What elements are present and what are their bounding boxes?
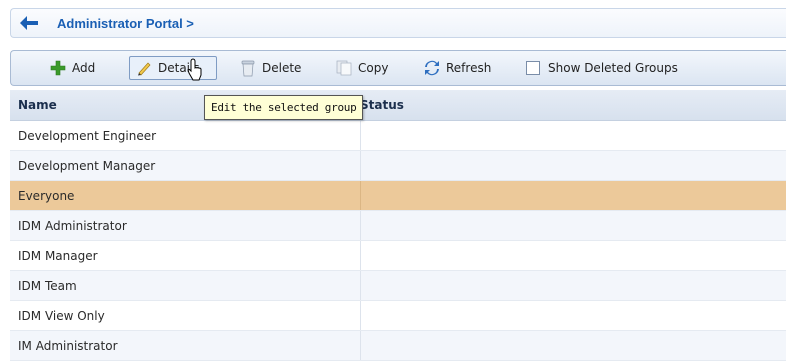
table-row[interactable]: IM Administrator	[10, 331, 786, 361]
pencil-icon	[138, 62, 151, 76]
trash-icon	[241, 60, 255, 77]
table-row-selected[interactable]: Everyone	[10, 181, 786, 211]
table-row[interactable]: Development Engineer	[10, 121, 786, 151]
show-deleted-groups-toggle[interactable]: Show Deleted Groups	[519, 56, 685, 80]
group-name-cell: Development Engineer	[10, 121, 361, 150]
group-name-cell: IDM View Only	[10, 301, 361, 330]
group-status-cell	[361, 151, 786, 180]
refresh-button-label: Refresh	[446, 61, 492, 75]
column-header-status[interactable]: Status	[360, 98, 786, 112]
group-name-cell: IDM Manager	[10, 241, 361, 270]
table-row[interactable]: IDM Administrator	[10, 211, 786, 241]
copy-button-label: Copy	[358, 61, 389, 75]
refresh-icon	[425, 60, 439, 76]
group-name-cell: Development Manager	[10, 151, 361, 180]
table-body: Development Engineer Development Manager…	[10, 121, 786, 361]
copy-icon	[336, 60, 352, 76]
details-button-label: Details	[158, 61, 200, 75]
group-status-cell	[361, 301, 786, 330]
add-button[interactable]: Add	[43, 56, 102, 80]
refresh-button[interactable]: Refresh	[417, 56, 498, 80]
details-button[interactable]: Details	[129, 56, 217, 80]
table-row[interactable]: IDM Team	[10, 271, 786, 301]
groups-table: Name Status Development Engineer Develop…	[10, 90, 786, 361]
group-name-cell: IDM Team	[10, 271, 361, 300]
table-row[interactable]: Development Manager	[10, 151, 786, 181]
group-name-cell: Everyone	[10, 181, 361, 210]
group-status-cell	[361, 121, 786, 150]
back-arrow-icon[interactable]	[19, 15, 39, 31]
details-tooltip: Edit the selected group	[204, 95, 364, 120]
group-status-cell	[361, 241, 786, 270]
copy-button[interactable]: Copy	[329, 56, 395, 80]
toolbar: Add Details Delete Copy Refresh Show Del…	[10, 50, 786, 86]
delete-button-label: Delete	[262, 61, 302, 75]
group-status-cell	[361, 211, 786, 240]
table-row[interactable]: IDM View Only	[10, 301, 786, 331]
add-button-label: Add	[72, 61, 96, 75]
breadcrumb-bar: Administrator Portal >	[10, 8, 786, 38]
show-deleted-groups-checkbox[interactable]	[526, 61, 540, 75]
group-status-cell	[361, 181, 786, 210]
group-status-cell	[361, 271, 786, 300]
breadcrumb-link[interactable]: Administrator Portal >	[57, 16, 194, 31]
add-icon	[50, 60, 66, 76]
delete-button[interactable]: Delete	[233, 56, 308, 80]
show-deleted-groups-label: Show Deleted Groups	[548, 61, 678, 75]
table-header: Name Status	[10, 90, 786, 121]
table-row[interactable]: IDM Manager	[10, 241, 786, 271]
group-name-cell: IDM Administrator	[10, 211, 361, 240]
